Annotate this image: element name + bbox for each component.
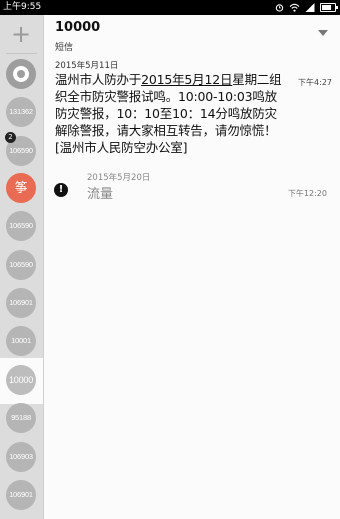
contact-label: 106590 (9, 221, 33, 230)
contact-avatar[interactable]: 106901 (6, 288, 36, 318)
add-conversation-button[interactable]: + (10, 22, 32, 46)
message-text: 温州市人防办于 (55, 72, 142, 87)
contact-avatar[interactable]: 131362 (6, 97, 36, 127)
contact-label: 106901 (9, 490, 33, 499)
sidebar-divider (6, 53, 37, 54)
contact-avatar[interactable]: 106590 (6, 211, 36, 241)
message-date: 2015年5月11日 (55, 61, 119, 71)
contact-avatar[interactable]: 95188 (6, 403, 36, 433)
contact-avatar[interactable]: 10001 (6, 326, 36, 356)
message-body[interactable]: 流量 (87, 183, 113, 202)
contact-avatar[interactable]: 106901 (6, 480, 36, 510)
contact-label: 10000 (8, 375, 34, 385)
contact-title: 10000 (55, 20, 101, 35)
wifi-icon (289, 3, 300, 12)
contact-label: 106590 (9, 146, 33, 155)
alert-icon[interactable]: ! (54, 183, 68, 197)
contact-label: 106903 (9, 452, 33, 461)
message-body[interactable]: 温州市人防办于2015年5月12日星期二组织全市防灾警报试鸣。10:00-10:… (55, 71, 287, 156)
chevron-down-icon[interactable] (318, 30, 328, 36)
status-icons (275, 0, 338, 15)
contact-label: 131362 (9, 107, 33, 116)
camera-icon[interactable] (6, 59, 36, 89)
contact-label: 95188 (11, 413, 31, 422)
date-link[interactable]: 2015年5月12日 (141, 72, 232, 87)
unread-badge: 2 (5, 132, 16, 143)
contact-avatar[interactable]: 筝 (6, 173, 36, 203)
conversation-sidebar: + 131362 106590 2 筝 106590 106590 106901… (0, 15, 44, 519)
battery-icon (320, 3, 338, 12)
alarm-icon (275, 4, 284, 12)
contact-avatar[interactable]: 106590 (6, 250, 36, 280)
contact-label: 106901 (9, 298, 33, 307)
contact-avatar[interactable]: 106903 (6, 442, 36, 472)
status-bar: 上午9:55 (0, 0, 340, 15)
contact-subtitle: 短信 (55, 43, 74, 53)
contact-avatar-selected[interactable]: 10000 (6, 365, 36, 395)
message-time: 下午12:20 (287, 189, 327, 198)
contact-label: 10001 (11, 336, 31, 345)
contact-label: 筝 (14, 180, 28, 195)
message-time: 下午4:27 (298, 78, 332, 87)
signal-icon (305, 3, 315, 12)
message-date: 2015年5月20日 (87, 173, 151, 183)
contact-label: 106590 (9, 260, 33, 269)
conversation-header: 10000 短信 (44, 15, 340, 55)
status-time: 上午9:55 (3, 2, 42, 12)
